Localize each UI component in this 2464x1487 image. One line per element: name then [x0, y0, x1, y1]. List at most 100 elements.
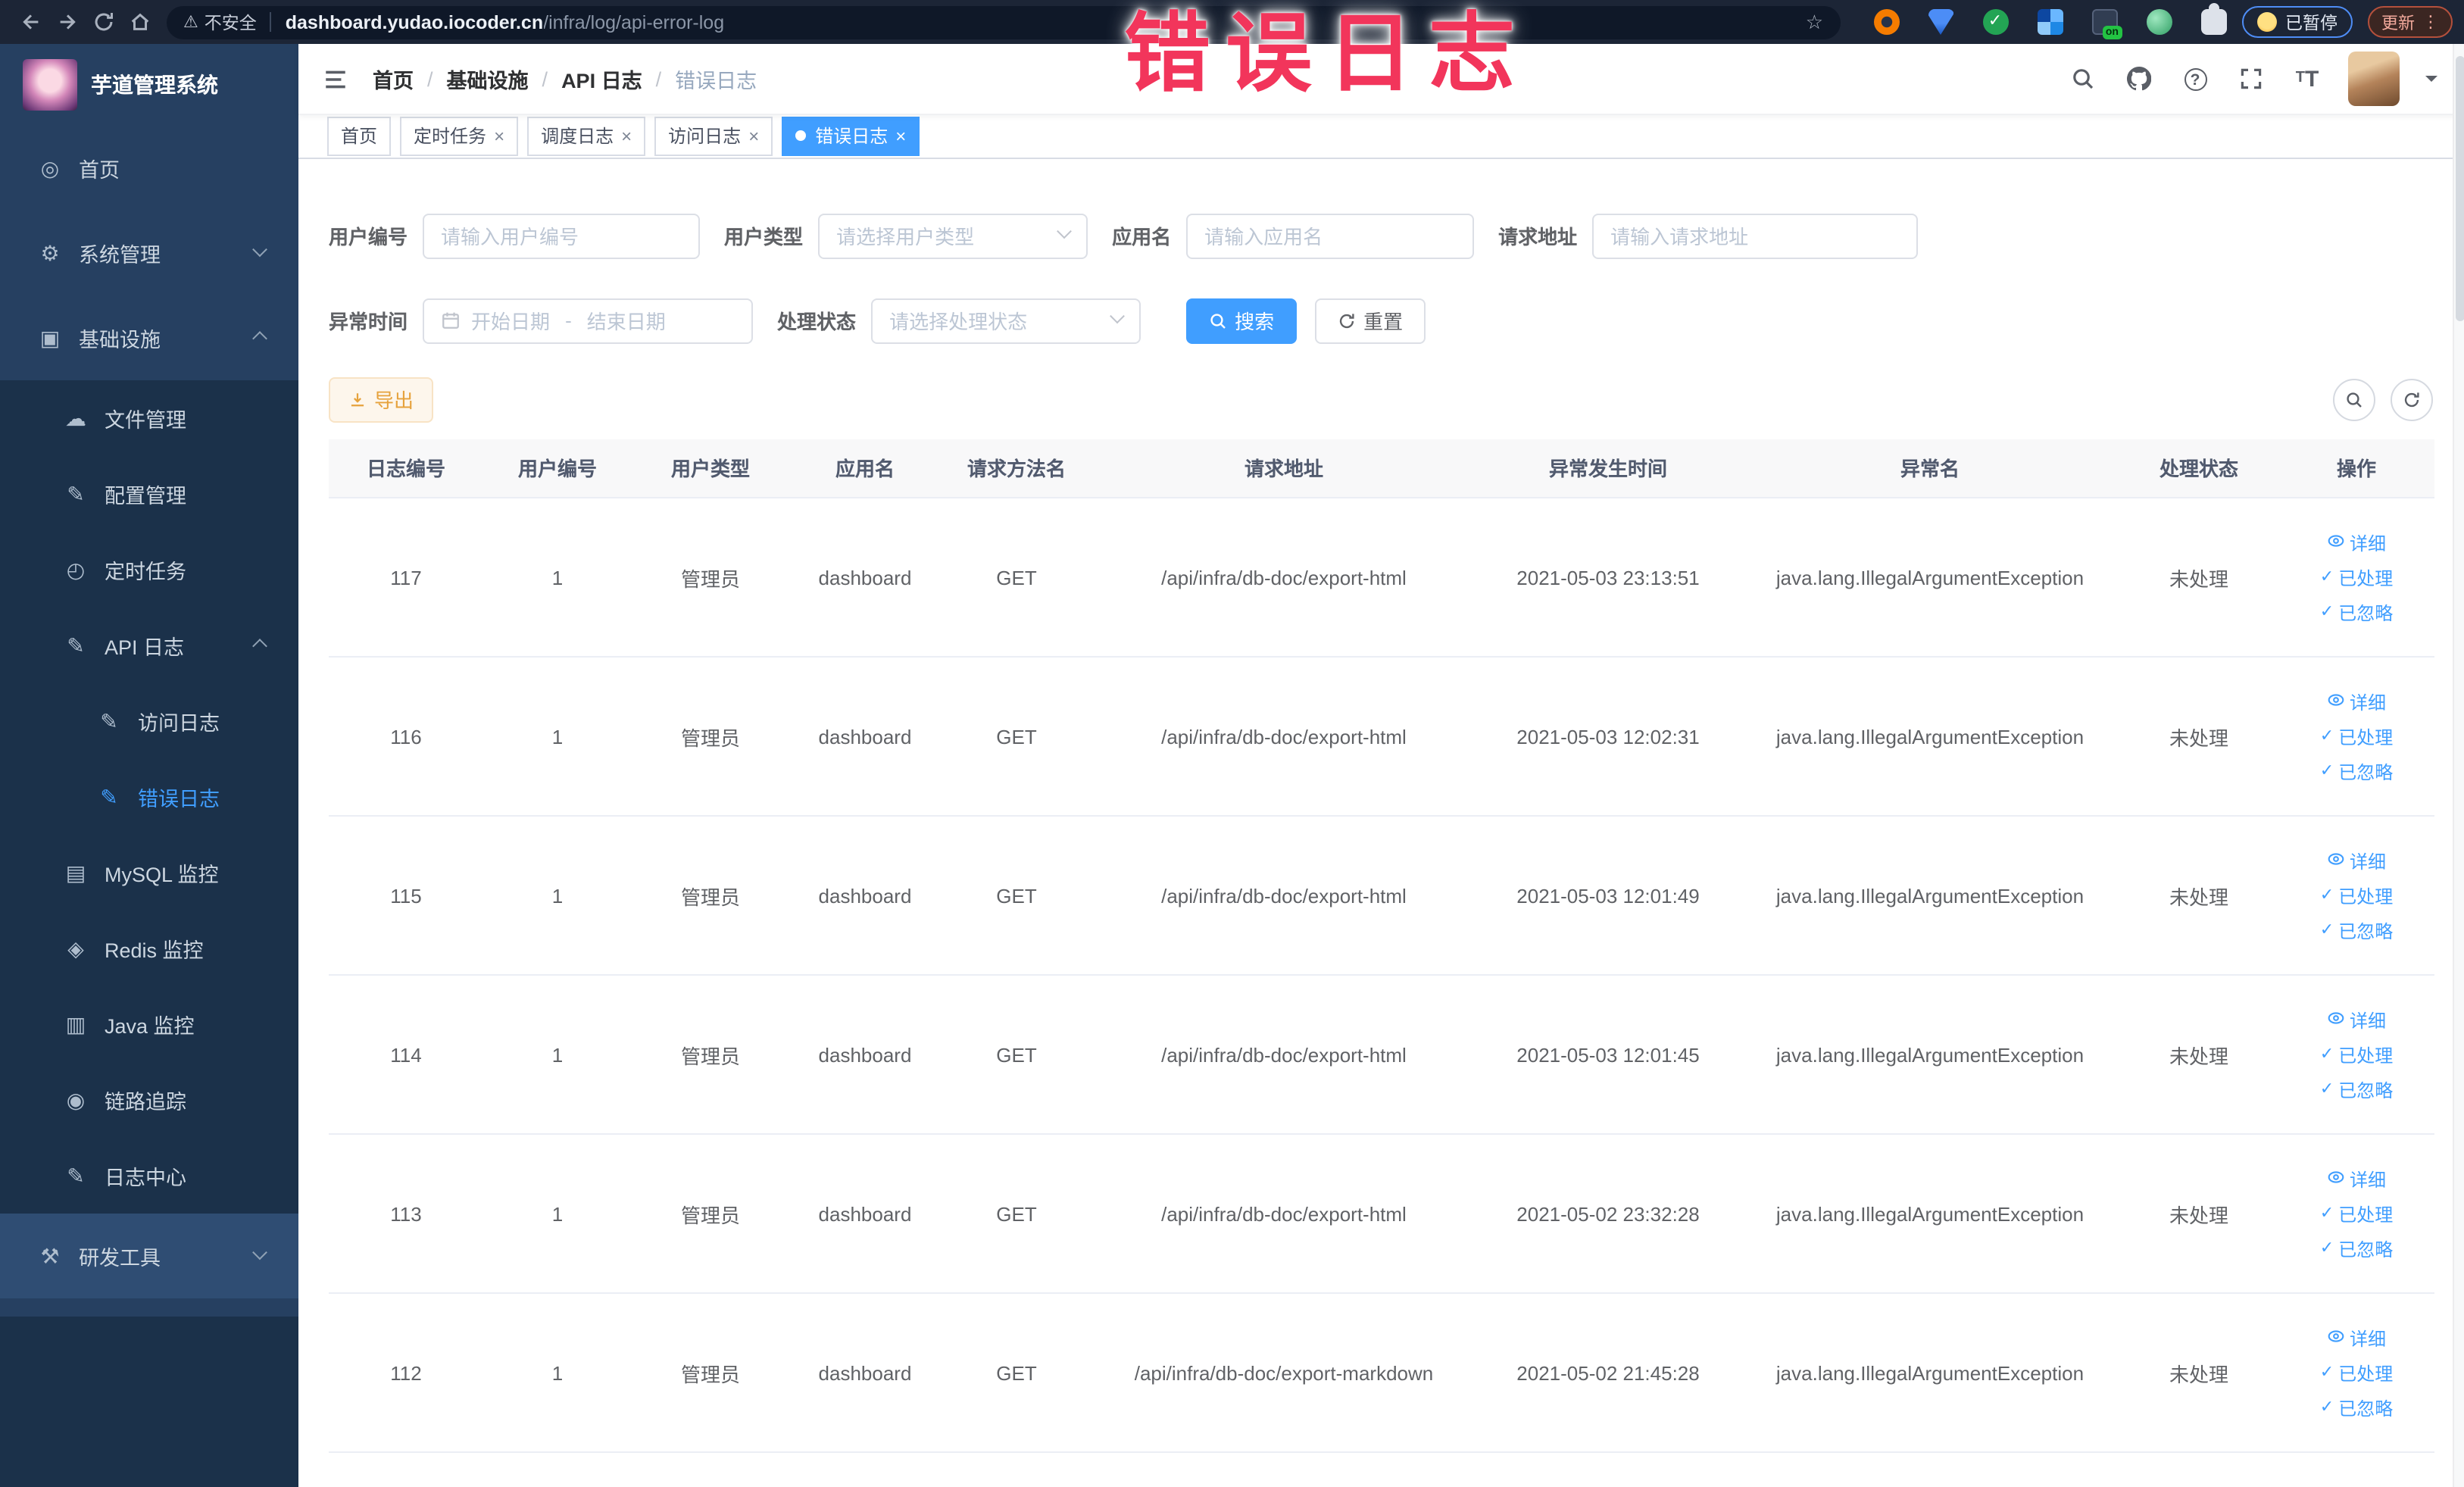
github-icon[interactable] [2124, 64, 2154, 94]
eye-icon [2327, 1008, 2345, 1031]
logo-image [23, 59, 77, 111]
action-processed-link[interactable]: ✓ 已处理 [2320, 1201, 2393, 1226]
sidebar-item-system-management[interactable]: ⚙ 系统管理 [0, 211, 298, 295]
reset-button[interactable]: 重置 [1315, 298, 1426, 343]
table-row: 114 1 管理员 dashboard GET/api/infra/db-doc/exp… [329, 975, 2434, 1135]
process-status-select[interactable]: 请选择处理状态 [871, 298, 1141, 343]
check-icon: ✓ [2319, 726, 2334, 745]
action-processed-link[interactable]: ✓ 已处理 [2320, 1360, 2393, 1385]
url-path: /infra/log/api-error-log [543, 11, 725, 33]
close-tab-icon[interactable]: × [621, 127, 632, 145]
sidebar-item-home[interactable]: ◎ 首页 [0, 126, 298, 211]
action-detail-link[interactable]: 详细 [2327, 1166, 2386, 1192]
breadcrumb-api-log[interactable]: API 日志 [561, 64, 642, 94]
action-processed-link[interactable]: ✓ 已处理 [2320, 723, 2393, 749]
refresh-table-button[interactable] [2391, 378, 2433, 420]
error-time-daterange[interactable]: 开始日期 - 结束日期 [423, 298, 754, 343]
cell-user-id: 1 [483, 657, 632, 817]
action-detail-link[interactable]: 详细 [2327, 848, 2386, 873]
action-ignored-link[interactable]: ✓ 已忽略 [2320, 758, 2393, 784]
app-name-input[interactable]: 请输入应用名 [1186, 213, 1475, 258]
sidebar-item-config-management[interactable]: ✎ 配置管理 [0, 456, 298, 532]
export-button[interactable]: 导出 [329, 376, 434, 422]
font-size-icon[interactable]: TT [2292, 64, 2322, 94]
sidebar-item-api-log[interactable]: ✎ API 日志 [0, 608, 298, 683]
sidebar-item-scheduled-tasks[interactable]: ◴ 定时任务 [0, 532, 298, 608]
action-processed-link[interactable]: ✓ 已处理 [2320, 1042, 2393, 1067]
user-avatar[interactable] [2348, 52, 2400, 106]
tab-schedule-log[interactable]: 调度日志 × [527, 116, 646, 156]
help-icon[interactable]: ? [2180, 64, 2210, 94]
action-ignored-link[interactable]: ✓ 已忽略 [2320, 917, 2393, 943]
search-icon[interactable] [2068, 64, 2098, 94]
user-id-input[interactable]: 请输入用户编号 [423, 213, 701, 258]
action-detail-link[interactable]: 详细 [2327, 1007, 2386, 1032]
tab-home[interactable]: 首页 [327, 116, 392, 156]
breadcrumb-separator: / [655, 67, 662, 90]
action-processed-link[interactable]: ✓ 已处理 [2320, 883, 2393, 908]
cell-actions: 详细 ✓ 已处理 ✓ 已忽略 [2278, 1134, 2434, 1294]
extensions-puzzle-icon[interactable] [2200, 3, 2226, 35]
sidebar-item-log-center[interactable]: ✎ 日志中心 [0, 1138, 298, 1214]
breadcrumb-separator: / [427, 67, 433, 90]
sidebar-item-trace[interactable]: ◉ 链路追踪 [0, 1062, 298, 1138]
back-icon[interactable] [12, 4, 48, 40]
sidebar: 芋道管理系统 ◎ 首页 ⚙ 系统管理 ▣ 基础设施 ☁ 文件管理 ✎ 配置管理 ◴ 定时任务 ✎ API … [0, 44, 298, 1487]
app-logo[interactable]: 芋道管理系统 [0, 44, 298, 126]
action-detail-link[interactable]: 详细 [2327, 689, 2386, 714]
sidebar-item-java-monitor[interactable]: ▥ Java 监控 [0, 986, 298, 1062]
sidebar-item-error-log[interactable]: ✎ 错误日志 [0, 759, 298, 835]
request-url-input[interactable]: 请输入请求地址 [1592, 213, 1919, 258]
extension-blue-shield-icon[interactable] [1928, 9, 1953, 35]
close-tab-icon[interactable]: × [494, 127, 504, 145]
scrollbar-thumb[interactable] [2456, 56, 2464, 321]
action-detail-link[interactable]: 详细 [2327, 1325, 2386, 1351]
forward-icon[interactable] [48, 4, 85, 40]
extension-orange-icon[interactable] [1873, 9, 1899, 35]
paused-extension-badge[interactable]: 已暂停 [2241, 6, 2353, 38]
tab-scheduled-tasks[interactable]: 定时任务 × [400, 116, 519, 156]
sidebar-item-redis-monitor[interactable]: ◈ Redis 监控 [0, 911, 298, 986]
sidebar-item-infrastructure[interactable]: ▣ 基础设施 [0, 295, 298, 380]
bookmark-star-icon[interactable]: ☆ [1806, 10, 1823, 34]
extension-green-icon[interactable] [2146, 9, 2172, 35]
cell-method: GET [941, 498, 1092, 658]
sidebar-item-access-log[interactable]: ✎ 访问日志 [0, 683, 298, 759]
browser-update-button[interactable]: 更新 ⋮ [2368, 6, 2453, 38]
extension-green-check-icon[interactable] [1982, 9, 2008, 35]
fullscreen-icon[interactable] [2236, 64, 2266, 94]
search-button[interactable]: 搜索 [1186, 298, 1298, 343]
reload-icon[interactable] [85, 4, 121, 40]
breadcrumb-infrastructure[interactable]: 基础设施 [447, 64, 529, 94]
url-host: dashboard.yudao.iocoder.cn [285, 11, 544, 33]
close-tab-icon[interactable]: × [748, 127, 759, 145]
action-ignored-link[interactable]: ✓ 已忽略 [2320, 1076, 2393, 1102]
sidebar-item-file-management[interactable]: ☁ 文件管理 [0, 380, 298, 456]
tab-access-log[interactable]: 访问日志 × [654, 116, 773, 156]
action-ignored-link[interactable]: ✓ 已忽略 [2320, 1395, 2393, 1420]
cell-status: 未处理 [2119, 816, 2278, 976]
extension-grid-icon[interactable] [2037, 9, 2063, 35]
sidebar-item-mysql-monitor[interactable]: ▤ MySQL 监控 [0, 835, 298, 911]
address-bar[interactable]: ⚠ 不安全 dashboard.yudao.iocoder.cn /infra/… [167, 5, 1840, 39]
extension-on-badge-icon[interactable] [2091, 9, 2122, 39]
toggle-search-button[interactable] [2333, 378, 2375, 420]
tab-error-log[interactable]: 错误日志 × [782, 116, 920, 156]
sidebar-item-dev-tools[interactable]: ⚒ 研发工具 [0, 1214, 298, 1298]
page-scrollbar[interactable] [2453, 44, 2464, 1487]
breadcrumb-home[interactable]: 首页 [373, 64, 414, 94]
caret-down-icon[interactable] [2425, 76, 2437, 88]
close-tab-icon[interactable]: × [895, 127, 906, 145]
chevron-down-icon [1110, 308, 1125, 324]
cell-user-id: 1 [483, 1293, 632, 1453]
home-icon[interactable] [121, 4, 158, 40]
user-type-select[interactable]: 请选择用户类型 [818, 213, 1088, 258]
action-processed-link[interactable]: ✓ 已处理 [2320, 564, 2393, 590]
action-detail-link[interactable]: 详细 [2327, 530, 2386, 555]
mysql-icon: ▤ [65, 860, 86, 884]
hamburger-icon[interactable] [323, 66, 348, 92]
cell-user-type: 管理员 [632, 1293, 789, 1453]
cell-exception: java.lang.IllegalArgumentException [1741, 1293, 2119, 1453]
action-ignored-link[interactable]: ✓ 已忽略 [2320, 1236, 2393, 1261]
action-ignored-link[interactable]: ✓ 已忽略 [2320, 599, 2393, 625]
